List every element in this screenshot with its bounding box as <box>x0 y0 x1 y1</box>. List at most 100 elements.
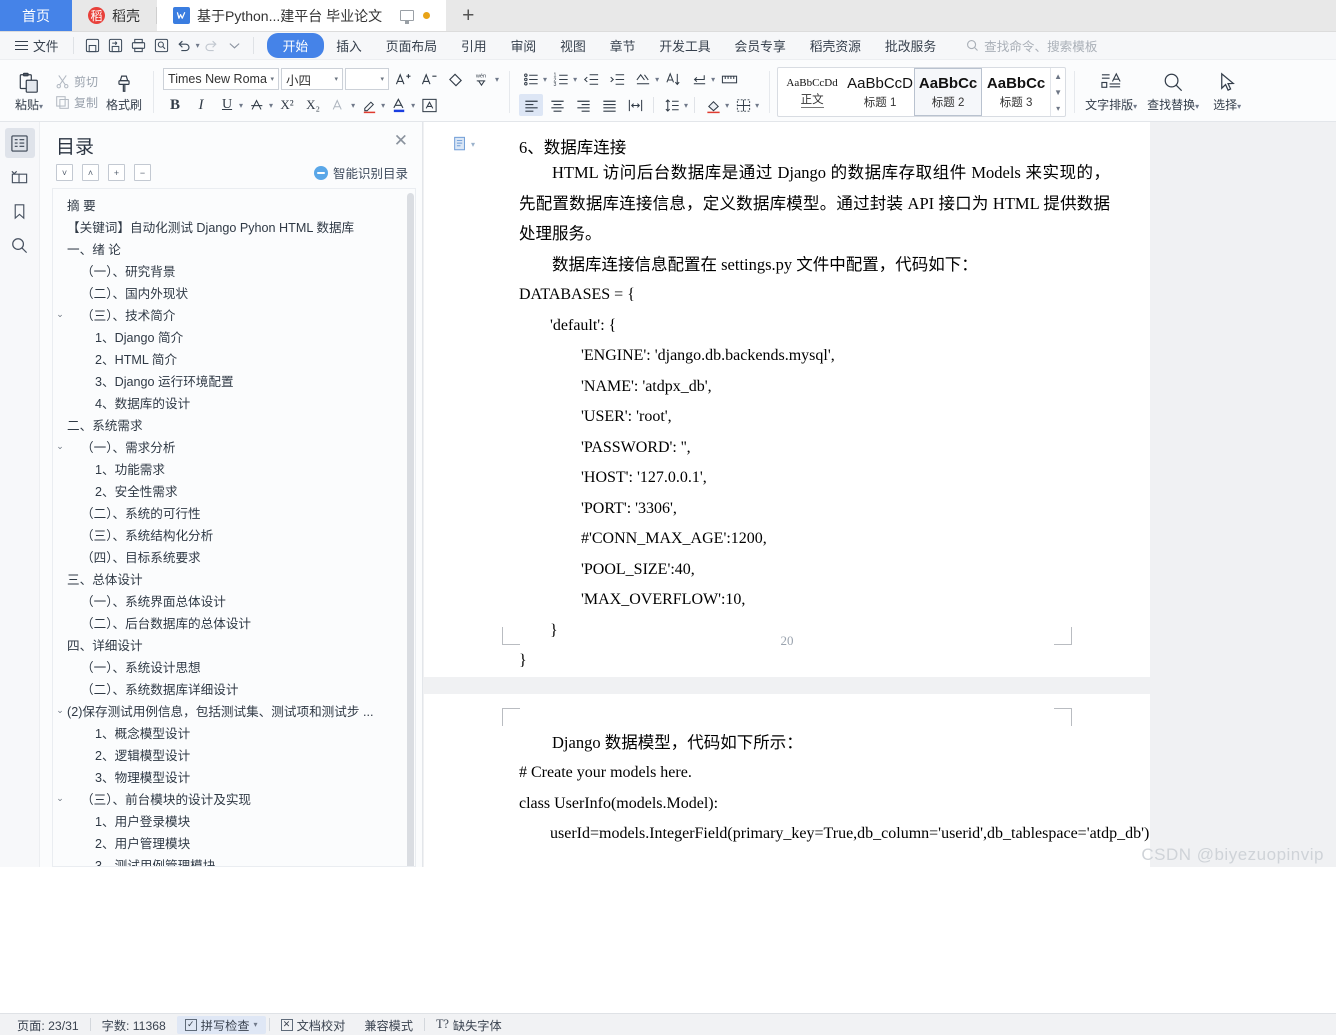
rail-bookmark[interactable] <box>5 196 35 226</box>
toc-item[interactable]: 2、用户管理模块 <box>53 831 415 853</box>
text-highlight-button[interactable] <box>357 94 381 116</box>
toc-close-icon[interactable]: ✕ <box>394 132 408 149</box>
style-gallery-scroll[interactable]: ▲ ▼ ▾ <box>1050 68 1065 116</box>
toc-item[interactable]: （二）、系统数据库详细设计 <box>53 677 415 699</box>
chevron-down-icon[interactable]: ⌄ <box>53 705 67 716</box>
toc-item[interactable]: 【关键词】自动化测试 Django Pyhon HTML 数据库 <box>53 215 415 237</box>
chevron-down-icon[interactable]: ⌄ <box>53 441 67 452</box>
toc-scroll-thumb[interactable] <box>407 193 414 866</box>
underline-dropdown-icon[interactable]: ▾ <box>239 101 243 110</box>
status-proofread[interactable]: ✕ 文档校对 <box>273 1016 354 1034</box>
format-painter-button[interactable]: 格式刷 <box>101 63 147 121</box>
font-extra-select[interactable]: ▾ <box>345 68 390 90</box>
toc-item[interactable]: （二）、系统的可行性 <box>53 501 415 523</box>
ribbon-tab-developer[interactable]: 开发工具 <box>647 33 722 58</box>
toc-item[interactable]: （四）、目标系统要求 <box>53 545 415 567</box>
file-menu-button[interactable]: 文件 <box>8 36 66 55</box>
ribbon-tab-docer-resources[interactable]: 稻壳资源 <box>798 33 873 58</box>
subscript-button[interactable]: X₂ <box>301 94 325 116</box>
pinyin-guide-button[interactable]: wén <box>469 68 493 90</box>
decrease-indent-button[interactable] <box>579 68 603 90</box>
ribbon-tab-start[interactable]: 开始 <box>266 33 325 58</box>
style-expand-icon[interactable]: ▾ <box>1056 104 1060 113</box>
status-word-count[interactable]: 字数: 11368 <box>94 1016 174 1034</box>
toc-item[interactable]: 2、安全性需求 <box>53 479 415 501</box>
status-compat-mode[interactable]: 兼容模式 <box>356 1016 421 1034</box>
line-spacing-dropdown-icon[interactable]: ▾ <box>684 101 688 110</box>
ribbon-tab-references[interactable]: 引用 <box>449 33 499 58</box>
borders-button[interactable] <box>731 94 755 116</box>
chevron-down-icon[interactable]: ⌄ <box>53 309 67 320</box>
toc-item[interactable]: ⌄ （三）、前台模块的设计及实现 <box>53 787 415 809</box>
undo-icon[interactable] <box>173 35 196 56</box>
spellcheck-dropdown-icon[interactable]: ▾ <box>254 1020 258 1029</box>
presentation-icon[interactable] <box>400 10 415 24</box>
chevron-down-icon[interactable]: ⌄ <box>53 793 67 804</box>
distributed-align-button[interactable] <box>623 94 647 116</box>
style-heading-1[interactable]: AaBbCcD 标题 1 <box>846 68 914 116</box>
toc-item[interactable]: 三、总体设计 <box>53 567 415 589</box>
ruler-button[interactable] <box>717 68 741 90</box>
status-missing-font[interactable]: T? 缺失字体 <box>428 1016 510 1034</box>
toc-scrollbar[interactable] <box>407 191 414 866</box>
align-left-button[interactable] <box>519 94 544 116</box>
smart-toc-button[interactable]: 智能识别目录 <box>313 163 408 182</box>
toc-item[interactable]: （二）、国内外现状 <box>53 281 415 303</box>
align-right-button[interactable] <box>571 94 595 116</box>
superscript-button[interactable]: X² <box>275 94 299 116</box>
ribbon-tab-section[interactable]: 章节 <box>598 33 648 58</box>
toc-item[interactable]: （一）、系统设计思想 <box>53 655 415 677</box>
status-page-info[interactable]: 页面: 23/31 <box>9 1016 87 1034</box>
tab-document[interactable]: 基于Python...建平台 毕业论文 <box>157 0 447 31</box>
plus-icon[interactable]: + <box>108 164 125 181</box>
toc-item[interactable]: 3、测试用例管理模块 <box>53 853 415 867</box>
ribbon-tab-insert[interactable]: 插入 <box>324 33 374 58</box>
style-normal[interactable]: AaBbCcDd 正文 <box>778 68 846 116</box>
style-scroll-up-icon[interactable]: ▲ <box>1054 72 1062 81</box>
customize-quick-access-icon[interactable] <box>223 35 246 56</box>
bold-button[interactable]: B <box>163 94 187 116</box>
copy-button[interactable]: 复制 <box>52 93 101 112</box>
select-button[interactable]: 选择▾ <box>1204 63 1250 121</box>
pinyin-dropdown-icon[interactable]: ▾ <box>495 75 499 84</box>
justify-button[interactable] <box>597 94 621 116</box>
command-search[interactable]: 查找命令、搜索模板 <box>966 36 1097 55</box>
minus-icon[interactable]: − <box>134 164 151 181</box>
toc-item[interactable]: 二、系统需求 <box>53 413 415 435</box>
toc-item[interactable]: 1、Django 简介 <box>53 325 415 347</box>
toc-item[interactable]: 1、用户登录模块 <box>53 809 415 831</box>
toc-item[interactable]: 一、绪 论 <box>53 237 415 259</box>
rail-folder-panel[interactable] <box>5 162 35 192</box>
toc-item[interactable]: 摘 要 <box>53 193 415 215</box>
shading-button[interactable] <box>701 94 725 116</box>
toc-item[interactable]: （二）、后台数据库的总体设计 <box>53 611 415 633</box>
change-case-button[interactable] <box>327 94 351 116</box>
toc-item[interactable]: 四、详细设计 <box>53 633 415 655</box>
bullet-list-button[interactable] <box>519 68 543 90</box>
italic-button[interactable]: I <box>189 94 213 116</box>
toc-item[interactable]: ⌄ （三）、技术简介 <box>53 303 415 325</box>
toc-item[interactable]: 2、逻辑模型设计 <box>53 743 415 765</box>
shading-dropdown-icon[interactable]: ▾ <box>725 101 729 110</box>
font-size-select[interactable]: 小四 ▾ <box>281 68 344 90</box>
toc-item[interactable]: （三）、系统结构化分析 <box>53 523 415 545</box>
style-heading-2[interactable]: AaBbCc 标题 2 <box>914 68 983 116</box>
rail-search[interactable] <box>5 230 35 260</box>
save-icon[interactable] <box>81 35 104 56</box>
toc-item[interactable]: 4、数据库的设计 <box>53 391 415 413</box>
toc-item[interactable]: 3、物理模型设计 <box>53 765 415 787</box>
show-marks-button[interactable] <box>687 68 711 90</box>
print-icon[interactable] <box>127 35 150 56</box>
font-family-select[interactable]: Times New Roma ▾ <box>163 68 280 90</box>
sort-button[interactable] <box>661 68 685 90</box>
document-area[interactable]: ▾ 6、数据库连接 HTML 访问后台数据库是通过 Django 的数据库存取组… <box>423 122 1336 867</box>
find-replace-button[interactable]: 查找替换▾ <box>1142 63 1204 121</box>
cut-button[interactable]: 剪切 <box>52 72 101 91</box>
toc-item[interactable]: ⌄ (2)保存测试用例信息，包括测试集、测试项和测试步 ... <box>53 699 415 721</box>
numbered-list-dropdown-icon[interactable]: ▾ <box>573 75 577 84</box>
toc-item[interactable]: 1、概念模型设计 <box>53 721 415 743</box>
show-marks-dropdown-icon[interactable]: ▾ <box>711 75 715 84</box>
toc-item[interactable]: 3、Django 运行环境配置 <box>53 369 415 391</box>
align-center-button[interactable] <box>545 94 569 116</box>
toc-item[interactable]: 2、HTML 简介 <box>53 347 415 369</box>
